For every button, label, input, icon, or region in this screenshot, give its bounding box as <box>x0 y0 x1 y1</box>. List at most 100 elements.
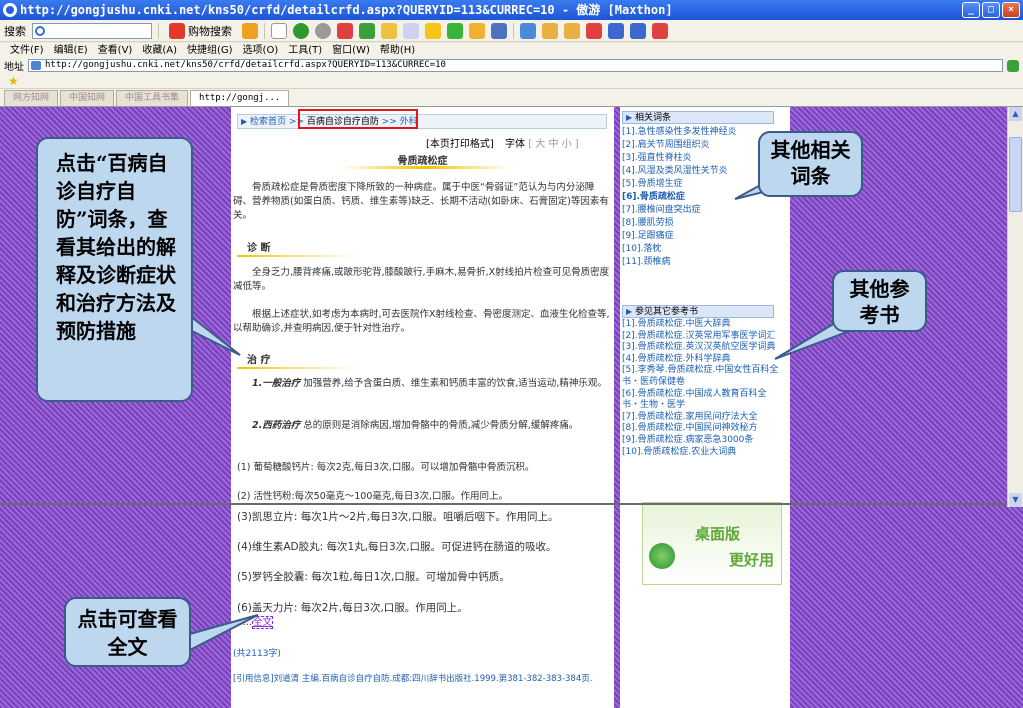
callout-instructions-text: 点击“百病自诊自疗自防”词条，查看其给出的解释及诊断症状和治疗方法及预防措施 <box>56 151 176 343</box>
menu-bar: 文件(F) 编辑(E) 查看(V) 收藏(A) 快捷组(G) 选项(O) 工具(… <box>0 43 1023 58</box>
drug-treatment-text: 总的原则是消除病因,增加骨骼中的骨质,减少骨质分解,缓解疼痛。 <box>300 420 579 431</box>
scroll-up-icon[interactable]: ▲ <box>1009 107 1022 121</box>
tab-current[interactable]: http://gongj... <box>190 90 290 106</box>
reference-book[interactable]: [2].骨质疏松症.汉英常用军事医学词汇 <box>622 331 782 343</box>
reference-book[interactable]: [3].骨质疏松症.英汉汉英航空医学词典 <box>622 342 782 354</box>
shopping-search-button[interactable]: 购物搜索 <box>165 22 236 40</box>
minimize-button[interactable]: _ <box>962 2 980 18</box>
diagnosis-heading: 诊 断 <box>247 243 271 254</box>
reference-book[interactable]: [9].骨质疏松症.病家恶急3000条 <box>622 435 782 447</box>
callout-fulltext-text: 点击可查看全文 <box>77 607 178 659</box>
layout-icon[interactable] <box>520 22 536 39</box>
book-icon[interactable] <box>491 22 507 39</box>
breadcrumb-home[interactable]: 检索首页 <box>250 117 286 127</box>
favorites-icon[interactable]: ★ <box>8 74 19 88</box>
refresh-icon[interactable] <box>359 22 375 39</box>
other-books-list: [1].骨质疏松症.中医大辞典 [2].骨质疏松症.汉英常用军事医学词汇 [3]… <box>622 319 782 458</box>
menu-file[interactable]: 文件(F) <box>10 43 44 58</box>
drug-item: (6)盖天力片: 每次2片,每日3次,口服。作用同上。 <box>237 602 468 614</box>
stop-icon[interactable] <box>337 22 353 39</box>
close-tab-icon[interactable] <box>586 22 602 39</box>
scroll-thumb[interactable] <box>1009 137 1022 212</box>
menu-options[interactable]: 选项(O) <box>243 43 279 58</box>
window-icon[interactable] <box>608 22 624 39</box>
article-intro: 骨质疏松症是骨质密度下降所致的一种病症。属于中医“骨弱证”范认为与内分泌障碍、营… <box>233 182 609 221</box>
next-tab-icon[interactable] <box>564 22 580 39</box>
go-icon[interactable] <box>1007 59 1019 72</box>
related-term[interactable]: [9].足跟痛症 <box>622 230 782 243</box>
title-divider <box>341 166 511 169</box>
scroll-down-icon[interactable]: ▼ <box>1009 493 1022 507</box>
drug-item: (5)罗钙全胶囊: 每次1粒,每日1次,口服。可增加骨中钙质。 <box>237 571 510 583</box>
favorites-bar: ★ <box>0 73 1023 89</box>
general-treatment-label: 1.一般治疗 <box>252 378 301 389</box>
menu-window[interactable]: 窗口(W) <box>332 43 370 58</box>
related-term[interactable]: [7].腰椎间盘突出症 <box>622 204 782 217</box>
related-terms-header: ▶ 相关词条 <box>622 111 774 124</box>
window-controls: _ □ × <box>962 2 1020 18</box>
tab-reference-books[interactable]: 中国工具书集 <box>116 90 189 106</box>
related-term-current[interactable]: [6].骨质疏松症 <box>622 191 782 204</box>
reference-book[interactable]: [10].骨质疏松症.农业大词典 <box>622 447 782 459</box>
shopping-search-label: 购物搜索 <box>188 24 232 38</box>
rss-icon[interactable] <box>242 22 258 39</box>
back-icon[interactable] <box>293 22 309 39</box>
related-term[interactable]: [8].腰肌劳损 <box>622 217 782 230</box>
reference-book[interactable]: [4].骨质疏松症.外科学辞典 <box>622 354 782 366</box>
reference-book[interactable]: [8].骨质疏松症.中国民间神效秘方 <box>622 423 782 435</box>
vertical-scrollbar[interactable]: ▲ ▼ <box>1007 107 1023 507</box>
menu-tools[interactable]: 工具(T) <box>288 43 322 58</box>
diagnosis-text: 全身乏力,腰背疼痛,或跛形驼背,膝酸跛行,手麻木,易骨折,X射线拍片检查可见骨质… <box>233 267 610 292</box>
fulltext-link[interactable]: 全文 <box>252 616 274 629</box>
new-page-icon[interactable] <box>271 22 287 39</box>
print-format-link[interactable]: [本页打印格式] <box>426 139 494 150</box>
close-all-icon[interactable] <box>652 22 668 39</box>
breadcrumb: ▶ 检索首页 >> 百病自诊自疗自防 >> 外科 <box>237 114 607 129</box>
folder-icon[interactable] <box>469 22 485 39</box>
reference-book[interactable]: [1].骨质疏松症.中医大辞典 <box>622 319 782 331</box>
tab-cnki[interactable]: 中国知网 <box>60 90 115 106</box>
drug-treatment-label: 2.西药治疗 <box>252 420 301 431</box>
callout-instructions: 点击“百病自诊自疗自防”词条，查看其给出的解释及诊断症状和治疗方法及预防措施 <box>36 137 193 402</box>
forward-icon[interactable] <box>315 22 331 39</box>
related-term[interactable]: [1].急性感染性多发性神经炎 <box>622 126 782 139</box>
find-icon[interactable] <box>403 22 419 39</box>
callout-other-books: 其他参考书 <box>832 270 927 332</box>
related-term[interactable]: [11].颈椎病 <box>622 256 782 269</box>
drug-item: (2) 活性钙粉:每次50毫克～100毫克,每日3次,口服。作用同上。 <box>237 491 508 502</box>
search-input[interactable] <box>32 22 152 39</box>
prev-tab-icon[interactable] <box>542 22 558 39</box>
menu-view[interactable]: 查看(V) <box>98 43 133 58</box>
home-icon[interactable] <box>381 22 397 39</box>
drug-item: (1) 葡萄糖酸钙片: 每次2克,每日3次,口服。可以增加骨骼中骨质沉积。 <box>237 462 535 473</box>
reference-book[interactable]: [7].骨质疏松症.家用民间疗法大全 <box>622 412 782 424</box>
desktop-app-ad[interactable]: 桌面版 更好用 <box>642 502 782 585</box>
search-label: 搜索 <box>4 24 26 38</box>
reference-book[interactable]: [5].李秀琴.骨质疏松症.中国女性百科全书・医药保健卷 <box>622 365 782 388</box>
tab-bar: 网方知网 中国知网 中国工具书集 http://gongj... <box>0 89 1023 107</box>
menu-help[interactable]: 帮助(H) <box>380 43 415 58</box>
drug-item: (4)维生素AD胶丸: 每次1丸,每日3次,口服。可促进钙在肠道的吸收。 <box>237 541 557 553</box>
history-icon[interactable] <box>447 22 463 39</box>
address-input[interactable]: http://gongjushu.cnki.net/kns50/crfd/det… <box>28 59 1003 72</box>
arrow-right-icon: ▶ <box>626 307 633 316</box>
browser-app-icon <box>3 3 17 17</box>
callout-related-terms-text: 其他相关词条 <box>770 138 851 188</box>
menu-favorites[interactable]: 收藏(A) <box>142 43 177 58</box>
toolbar-separator <box>158 22 159 39</box>
print-row: [本页打印格式] 字体 [ 大 中 小 ] <box>426 135 579 150</box>
search-icon <box>35 25 45 36</box>
shopping-icon <box>169 22 185 39</box>
app-logo-icon <box>649 543 675 569</box>
menu-groups[interactable]: 快捷组(G) <box>187 43 233 58</box>
close-button[interactable]: × <box>1002 2 1020 18</box>
article-column: ▶ 检索首页 >> 百病自诊自疗自防 >> 外科 [本页打印格式] 字体 [ 大… <box>231 107 614 708</box>
maximize-button[interactable]: □ <box>982 2 1000 18</box>
menu-edit[interactable]: 编辑(E) <box>54 43 88 58</box>
restore-icon[interactable] <box>630 22 646 39</box>
reference-book[interactable]: [6].骨质疏松症.中国成人教育百科全书・生物・医学 <box>622 389 782 412</box>
related-term[interactable]: [10].落枕 <box>622 243 782 256</box>
tab-wanfang[interactable]: 网方知网 <box>4 90 59 106</box>
favorites-star-icon[interactable] <box>425 22 441 39</box>
font-size-selector[interactable]: [ 大 中 小 ] <box>528 139 579 150</box>
